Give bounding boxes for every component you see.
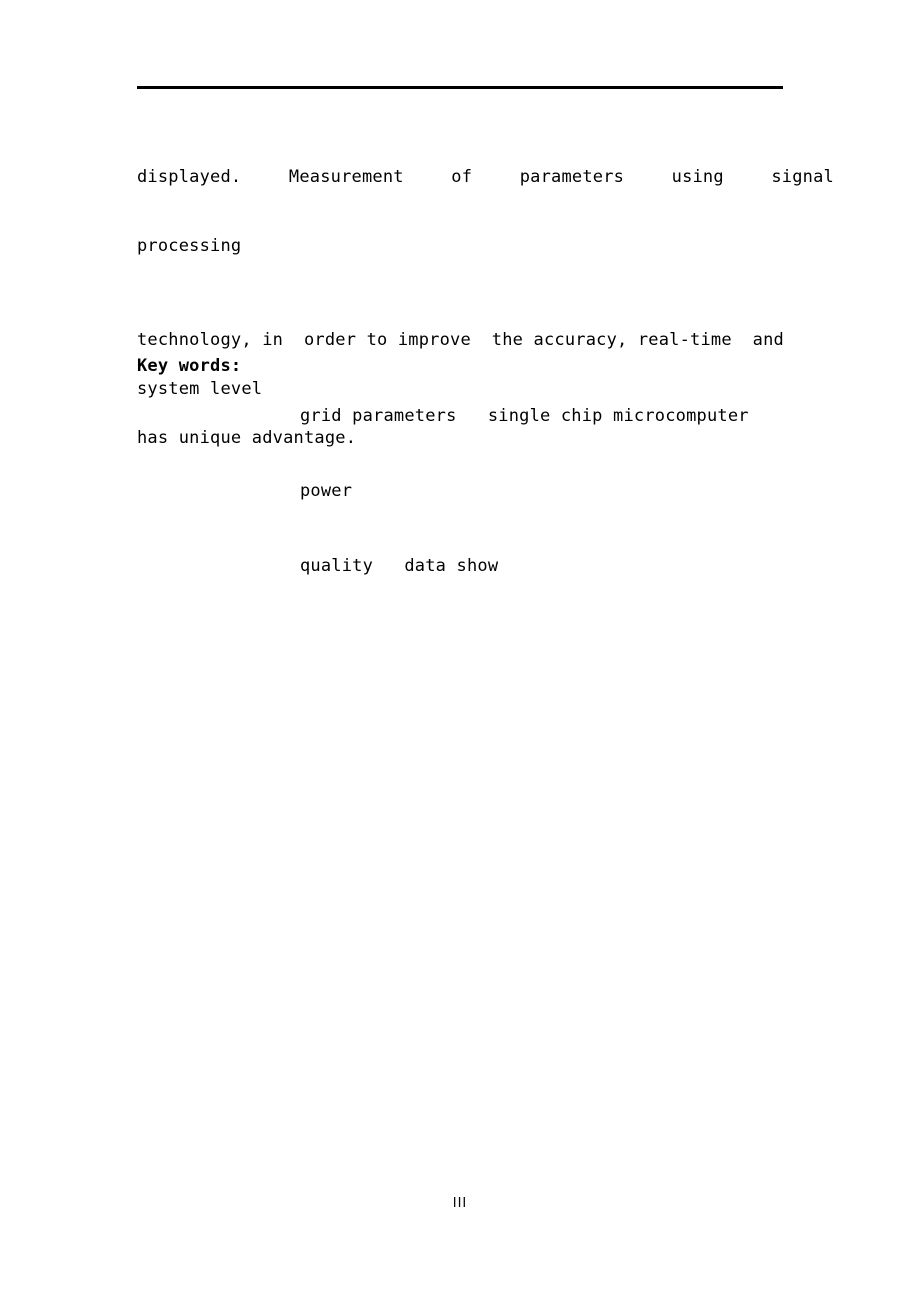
abstract-paragraph-1-line-1: displayed. Measurement of parameters usi… (137, 167, 834, 187)
paragraph-spacer-1 (137, 304, 834, 329)
header-horizontal-rule (137, 86, 783, 89)
keyword-line: quality data show (300, 556, 499, 576)
keyword-line: grid parameters single chip microcompute… (300, 406, 749, 426)
page-number: III (452, 1196, 468, 1211)
keywords-values: grid parameters single chip microcompute… (300, 354, 749, 629)
abstract-paragraph-1: displayed. Measurement of parameters usi… (137, 120, 834, 304)
keywords-row: Key words: grid parameters single chip m… (137, 354, 837, 629)
keywords-label: Key words: (137, 356, 242, 376)
abstract-paragraph-2: technology, in order to improve the accu… (137, 330, 784, 350)
keywords-section: Key words: grid parameters single chip m… (137, 354, 837, 629)
keyword-line: power (300, 481, 353, 501)
document-page: displayed. Measurement of parameters usi… (0, 0, 920, 1301)
abstract-paragraph-1-line-2: processing (137, 236, 242, 256)
